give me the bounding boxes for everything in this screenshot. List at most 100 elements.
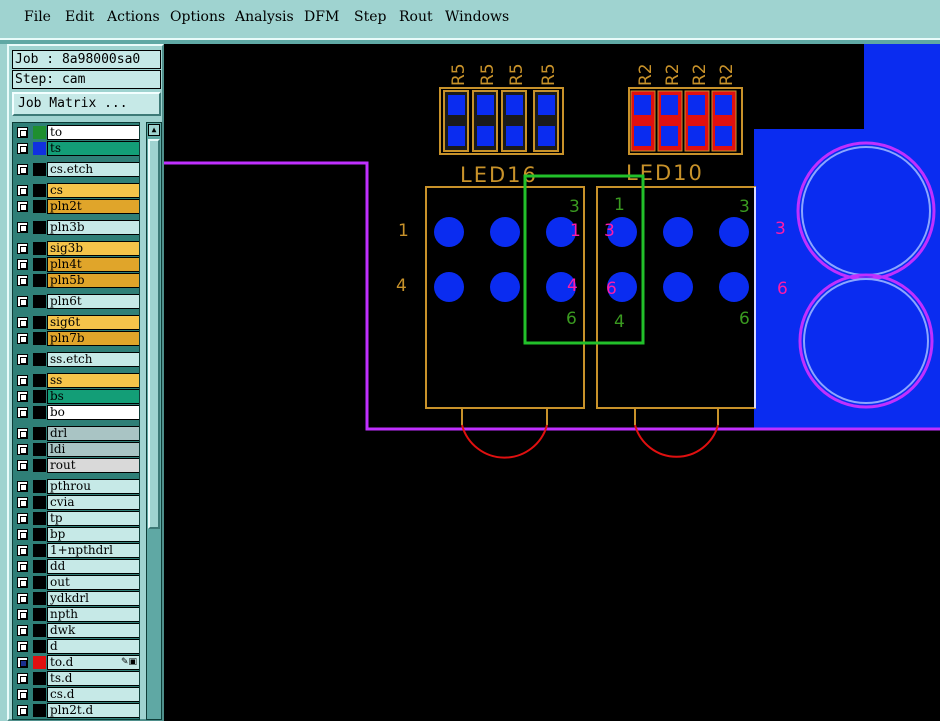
layer-checkbox[interactable] xyxy=(17,460,28,471)
layer-color-swatch[interactable] xyxy=(33,200,46,213)
layer-name[interactable]: bo xyxy=(47,405,139,420)
layer-checkbox[interactable] xyxy=(17,296,28,307)
layer-name[interactable]: cvia xyxy=(47,495,139,510)
layer-name[interactable]: bp xyxy=(47,527,139,542)
layer-color-swatch[interactable] xyxy=(33,656,46,669)
layer-row[interactable]: ydkdrl xyxy=(13,591,139,606)
layer-color-swatch[interactable] xyxy=(33,459,46,472)
layer-row[interactable]: cs.d xyxy=(13,687,139,702)
layer-color-swatch[interactable] xyxy=(33,443,46,456)
layer-row[interactable]: cs.etch xyxy=(13,162,139,177)
menu-file[interactable]: File xyxy=(24,9,51,25)
layer-color-swatch[interactable] xyxy=(33,688,46,701)
layer-name[interactable]: sig3b xyxy=(47,241,139,256)
layer-name[interactable]: dd xyxy=(47,559,139,574)
layer-name[interactable]: to.d ✎▣ xyxy=(47,655,139,670)
layer-color-swatch[interactable] xyxy=(33,528,46,541)
layer-scrollbar[interactable]: ▲ xyxy=(146,122,162,720)
layer-name[interactable]: bs xyxy=(47,389,139,404)
menu-rout[interactable]: Rout xyxy=(399,9,433,25)
job-matrix-button[interactable]: Job Matrix ... xyxy=(12,92,161,116)
layer-row[interactable]: npth xyxy=(13,607,139,622)
layer-row[interactable]: ss xyxy=(13,373,139,388)
layer-name[interactable]: pln4t xyxy=(47,257,139,272)
layer-checkbox[interactable] xyxy=(17,375,28,386)
layer-color-swatch[interactable] xyxy=(33,427,46,440)
layer-name[interactable]: ts.d xyxy=(47,671,139,686)
menu-actions[interactable]: Actions xyxy=(107,9,160,25)
layer-name[interactable]: pln2t xyxy=(47,199,139,214)
layer-row[interactable]: cs xyxy=(13,183,139,198)
layer-list[interactable]: to ts cs.etch cs pln2t pln3b sig3b pln4t pln5b pl… xyxy=(12,122,140,720)
layer-row[interactable]: rout xyxy=(13,458,139,473)
layer-name[interactable]: to xyxy=(47,125,139,140)
layer-row[interactable]: ts.d xyxy=(13,671,139,686)
layer-row[interactable]: sig6t xyxy=(13,315,139,330)
layer-row[interactable]: pln2t xyxy=(13,199,139,214)
layer-row[interactable]: cvia xyxy=(13,495,139,510)
layer-row[interactable]: dd xyxy=(13,559,139,574)
menu-analysis[interactable]: Analysis xyxy=(235,9,294,25)
layer-row[interactable]: pln4t xyxy=(13,257,139,272)
layer-color-swatch[interactable] xyxy=(33,126,46,139)
layer-name[interactable]: tp xyxy=(47,511,139,526)
layer-row[interactable]: bs xyxy=(13,389,139,404)
layer-checkbox[interactable] xyxy=(17,428,28,439)
layer-row[interactable]: to xyxy=(13,125,139,140)
layer-row[interactable]: d xyxy=(13,639,139,654)
menu-options[interactable]: Options xyxy=(170,9,225,25)
layer-color-swatch[interactable] xyxy=(33,592,46,605)
layer-color-swatch[interactable] xyxy=(33,640,46,653)
layer-color-swatch[interactable] xyxy=(33,221,46,234)
layer-checkbox[interactable] xyxy=(17,545,28,556)
layer-name[interactable]: sig6t xyxy=(47,315,139,330)
layer-row[interactable]: to.d ✎▣ xyxy=(13,655,139,670)
layer-color-swatch[interactable] xyxy=(33,390,46,403)
layer-row[interactable]: pln3b xyxy=(13,220,139,235)
layer-color-swatch[interactable] xyxy=(33,142,46,155)
menu-step[interactable]: Step xyxy=(354,9,386,25)
layer-color-swatch[interactable] xyxy=(33,295,46,308)
scroll-up-arrow-icon[interactable]: ▲ xyxy=(148,124,160,136)
layer-color-swatch[interactable] xyxy=(33,242,46,255)
layer-name[interactable]: pln5b xyxy=(47,273,139,288)
layer-row[interactable]: ss.etch xyxy=(13,352,139,367)
layer-row[interactable]: bo xyxy=(13,405,139,420)
layer-color-swatch[interactable] xyxy=(33,163,46,176)
layer-name[interactable]: cs xyxy=(47,183,139,198)
layer-checkbox[interactable] xyxy=(17,444,28,455)
layer-name[interactable]: pln7b xyxy=(47,331,139,346)
layer-row[interactable]: ldi xyxy=(13,442,139,457)
layer-color-swatch[interactable] xyxy=(33,560,46,573)
layer-color-swatch[interactable] xyxy=(33,184,46,197)
layer-checkbox[interactable] xyxy=(17,497,28,508)
layer-row[interactable]: bp xyxy=(13,527,139,542)
layer-name[interactable]: ydkdrl xyxy=(47,591,139,606)
layer-row[interactable]: pln6t xyxy=(13,294,139,309)
graphics-canvas[interactable]: R5 R5 R5 R5 R2 R2 R2 R2 LED16 LED10 1 4 … xyxy=(164,44,940,721)
layer-name[interactable]: out xyxy=(47,575,139,590)
layer-color-swatch[interactable] xyxy=(33,576,46,589)
layer-checkbox[interactable] xyxy=(17,127,28,138)
layer-row[interactable]: pln5b xyxy=(13,273,139,288)
layer-row[interactable]: pln7b xyxy=(13,331,139,346)
layer-name[interactable]: ts xyxy=(47,141,139,156)
layer-checkbox[interactable] xyxy=(17,407,28,418)
layer-color-swatch[interactable] xyxy=(33,480,46,493)
layer-checkbox[interactable] xyxy=(17,391,28,402)
layer-name[interactable]: ldi xyxy=(47,442,139,457)
layer-row[interactable]: tp xyxy=(13,511,139,526)
layer-checkbox[interactable] xyxy=(17,577,28,588)
layer-color-swatch[interactable] xyxy=(33,406,46,419)
layer-color-swatch[interactable] xyxy=(33,624,46,637)
layer-color-swatch[interactable] xyxy=(33,544,46,557)
layer-name[interactable]: rout xyxy=(47,458,139,473)
layer-checkbox[interactable] xyxy=(17,641,28,652)
layer-checkbox[interactable] xyxy=(17,529,28,540)
menu-edit[interactable]: Edit xyxy=(65,9,94,25)
layer-name[interactable]: pln3b xyxy=(47,220,139,235)
layer-color-swatch[interactable] xyxy=(33,374,46,387)
layer-name[interactable]: 1+npthdrl xyxy=(47,543,139,558)
layer-checkbox[interactable] xyxy=(17,513,28,524)
layer-color-swatch[interactable] xyxy=(33,353,46,366)
